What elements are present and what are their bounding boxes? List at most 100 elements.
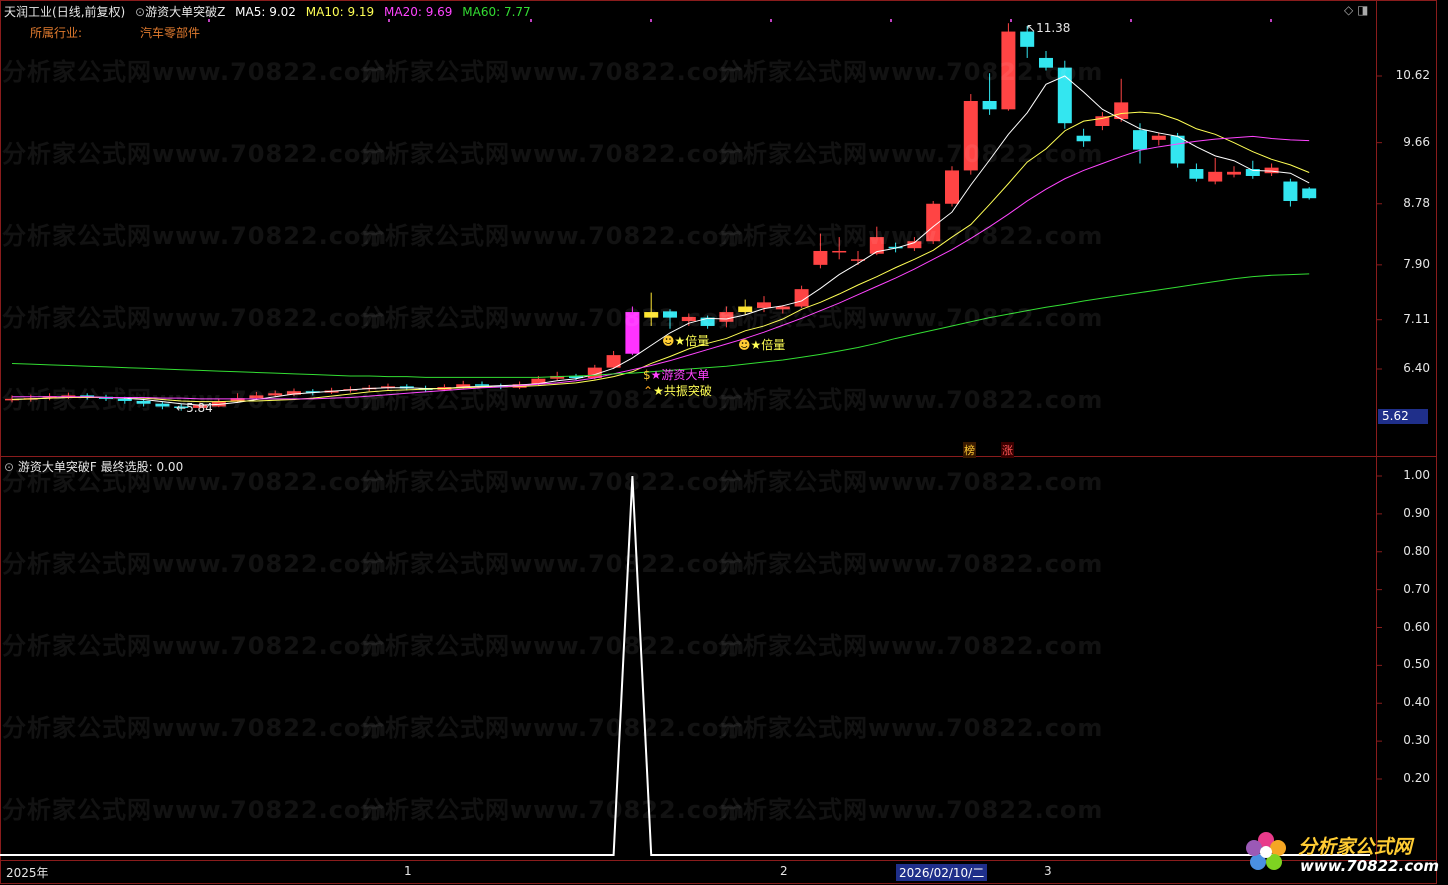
signal-text: ★共振突破 (653, 384, 712, 398)
candle-body (1170, 135, 1185, 164)
watermark-text: 分析家公式网www.70822.com (718, 222, 1104, 250)
watermark-text: 分析家公式网www.70822.com (718, 796, 1104, 824)
watermark-text: 分析家公式网www.70822.com (360, 222, 746, 250)
signal-breakout: ⌃★共振突破 (643, 382, 712, 399)
ma5-label: MA5: 9.02 (235, 5, 296, 19)
indicator-toggle-icon-2[interactable]: ⊙ (4, 460, 14, 474)
watermark-text: 分析家公式网www.70822.com (2, 714, 388, 742)
watermark-text: 分析家公式网www.70822.com (360, 714, 746, 742)
indicator-y-tick-label: 0.30 (1403, 733, 1430, 748)
logo-text: 分析家公式网 (1298, 836, 1413, 858)
high-price-label: ↖11.38 (1026, 21, 1071, 35)
candle-body (1133, 130, 1147, 150)
money-bag-icon: $ (643, 368, 651, 382)
industry-value: 汽车零部件 (140, 26, 201, 40)
window-controls: ◇ ◨ (1344, 3, 1368, 17)
indicator-y-tick-label: 0.80 (1403, 543, 1430, 558)
low-price-label: ←5.84 (176, 401, 213, 415)
indicator-toggle-icon[interactable]: ⊙ (135, 5, 145, 19)
indicator-y-tick-label: 0.20 (1403, 771, 1430, 785)
site-logo: 分析家公式网 www.70822.com (1240, 826, 1439, 878)
stock-name[interactable]: 天润工业 (4, 5, 52, 19)
smile-icon: ☻ (662, 334, 675, 348)
watermark-text: 分析家公式网www.70822.com (2, 222, 388, 250)
watermark-text: 分析家公式网www.70822.com (718, 468, 1104, 496)
candle-body (832, 250, 847, 253)
watermark-text: 分析家公式网www.70822.com (360, 140, 746, 168)
top-tick (530, 19, 532, 22)
indicator-value: 最终选股: 0.00 (100, 460, 184, 474)
signal-times-volume-2: ☻★倍量 (738, 336, 785, 353)
candle-body (1264, 167, 1279, 174)
candle-body (982, 100, 997, 110)
high-value: 11.38 (1036, 21, 1071, 35)
tag-bang: 榜 (963, 442, 976, 458)
y-tick-label: 6.40 (1403, 361, 1430, 375)
ma20-label: MA20: 9.69 (384, 5, 453, 19)
flower-logo-icon (1246, 832, 1286, 870)
top-tick (1270, 19, 1272, 22)
watermark-text: 分析家公式网www.70822.com (360, 304, 746, 332)
top-tick (208, 19, 210, 22)
signal-big-order: $★游资大单 (643, 366, 709, 383)
signal-text: ★游资大单 (650, 368, 710, 382)
top-tick-markers (208, 19, 1272, 22)
y-tick-label: 8.78 (1403, 195, 1430, 210)
watermark-text: 分析家公式网www.70822.com (718, 58, 1104, 86)
indicator-y-tick-label: 0.50 (1403, 657, 1430, 672)
indicator-name[interactable]: 游资大单突破Z (145, 5, 225, 19)
watermark-text: 分析家公式网www.70822.com (718, 140, 1104, 168)
x-label-year: 2025年 (6, 866, 49, 880)
indicator-y-tick-label: 0.60 (1403, 619, 1430, 634)
maximize-icon[interactable]: ◨ (1357, 3, 1368, 17)
watermark-text: 分析家公式网www.70822.com (360, 468, 746, 496)
watermark-text: 分析家公式网www.70822.com (718, 714, 1104, 742)
y-tick-label: 9.66 (1403, 134, 1430, 149)
indicator-header: ⊙ 游资大单突破F 最终选股: 0.00 (4, 458, 183, 475)
watermark-text: 分析家公式网www.70822.com (360, 632, 746, 660)
top-tick (1130, 19, 1132, 22)
candle-body (1302, 188, 1317, 199)
candle-body (1227, 171, 1241, 175)
candle-body (1283, 181, 1298, 201)
current-price: 5.62 (1382, 409, 1409, 423)
watermark-text: 分析家公式网www.70822.com (360, 550, 746, 578)
diamond-icon[interactable]: ◇ (1344, 3, 1353, 17)
top-tick (1010, 19, 1012, 22)
chart-frame (0, 0, 1437, 884)
watermark-text: 分析家公式网www.70822.com (2, 796, 388, 824)
indicator-y-tick-label: 0.40 (1403, 695, 1430, 710)
indicator-y-tick-label: 0.70 (1403, 581, 1430, 596)
low-value: 5.84 (186, 401, 213, 415)
cursor-date: 2026/02/10/二 (896, 864, 988, 881)
watermark-text: 分析家公式网www.70822.com (2, 304, 388, 332)
indicator-y-tick-label: 1.00 (1403, 468, 1430, 482)
y-tick-label: 7.90 (1403, 256, 1430, 271)
x-label-month-2: 2 (780, 864, 788, 878)
ma10-label: MA10: 9.19 (305, 5, 375, 19)
y-tick-label: 7.11 (1403, 311, 1430, 326)
candle-body (945, 170, 959, 204)
candle-body (1189, 169, 1204, 179)
signal-text: ★倍量 (750, 338, 786, 352)
x-label-month-1: 1 (404, 864, 412, 878)
y-tick-label: 10.62 (1395, 68, 1430, 82)
tag-zhang: 涨 (1001, 442, 1014, 458)
watermark-text: 分析家公式网www.70822.com (718, 632, 1104, 660)
up-chevron-icon: ⌃ (643, 384, 654, 398)
top-tick (388, 19, 390, 22)
indicator-y-tick-label: 0.90 (1403, 505, 1430, 520)
indicator-f-name[interactable]: 游资大单突破F (18, 460, 97, 474)
watermark-text: 分析家公式网www.70822.com (360, 796, 746, 824)
candle-body (1095, 116, 1110, 126)
top-tick (890, 19, 892, 22)
watermark-text: 分析家公式网www.70822.com (2, 58, 388, 86)
watermark-text: 分析家公式网www.70822.com (2, 550, 388, 578)
candle-body (813, 250, 828, 265)
watermark-text: 分析家公式网www.70822.com (718, 550, 1104, 578)
x-label-month-3: 3 (1044, 864, 1052, 878)
smile-icon: ☻ (738, 338, 751, 352)
top-tick (650, 19, 652, 22)
signal-times-volume-1: ☻★倍量 (662, 332, 709, 349)
signal-text: ★倍量 (674, 334, 710, 348)
